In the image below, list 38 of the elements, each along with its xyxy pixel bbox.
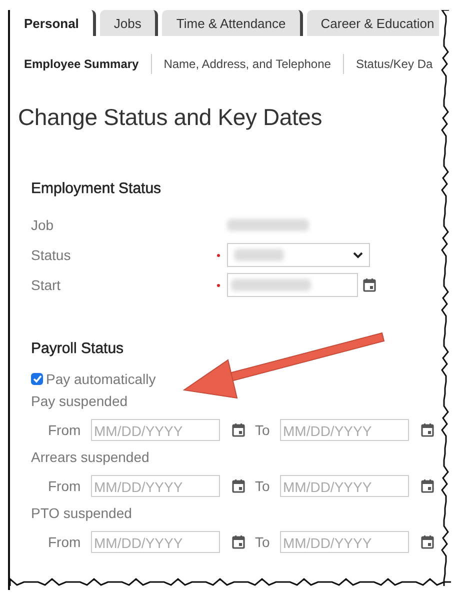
field-label: Arrears suspended	[31, 449, 150, 465]
subnav-link[interactable]: Employee Summary	[24, 54, 151, 74]
field-label: Job	[31, 217, 55, 233]
date-input[interactable]: MM/DD/YYYY	[280, 475, 409, 497]
field-label: PTO suspended	[31, 505, 133, 521]
calendar-icon[interactable]	[232, 479, 245, 493]
to-label: To	[255, 478, 271, 494]
to-label: To	[255, 422, 271, 438]
tab[interactable]: Career & Education	[306, 10, 439, 36]
calendar-icon[interactable]	[232, 535, 245, 549]
checkbox[interactable]	[31, 373, 43, 385]
date-input[interactable]: MM/DD/YYYY	[91, 419, 220, 441]
calendar-icon[interactable]	[232, 423, 245, 437]
page-title: Change Status and Key Dates	[18, 104, 324, 131]
from-label: From	[48, 478, 82, 494]
from-label: From	[48, 422, 82, 438]
field-label: Pay suspended	[31, 393, 129, 409]
field-label: Status	[31, 247, 72, 263]
section-heading: Payroll Status	[31, 340, 125, 357]
calendar-icon[interactable]	[421, 479, 434, 493]
calendar-icon[interactable]	[421, 423, 434, 437]
date-input[interactable]: MM/DD/YYYY	[280, 531, 409, 553]
date-input[interactable]: MM/DD/YYYY	[280, 419, 409, 441]
tab[interactable]: Jobs	[100, 10, 158, 36]
section-heading: Employment Status	[31, 180, 162, 197]
date-input[interactable]: MM/DD/YYYY	[91, 475, 220, 497]
calendar-icon[interactable]	[363, 278, 376, 292]
date-field[interactable]	[227, 273, 358, 297]
subnav-link[interactable]: Status/Key Da	[342, 54, 439, 74]
date-input[interactable]: MM/DD/YYYY	[91, 531, 220, 553]
field-label: Start	[31, 277, 62, 293]
chevron-icon	[353, 252, 363, 258]
calendar-icon[interactable]	[421, 535, 434, 549]
subnav-link[interactable]: Name, Address, and Telephone	[150, 54, 343, 74]
from-label: From	[48, 534, 82, 550]
checkbox-label: Pay automatically	[46, 371, 156, 387]
tab[interactable]: Time & Attendance	[162, 10, 303, 36]
to-label: To	[255, 534, 271, 550]
